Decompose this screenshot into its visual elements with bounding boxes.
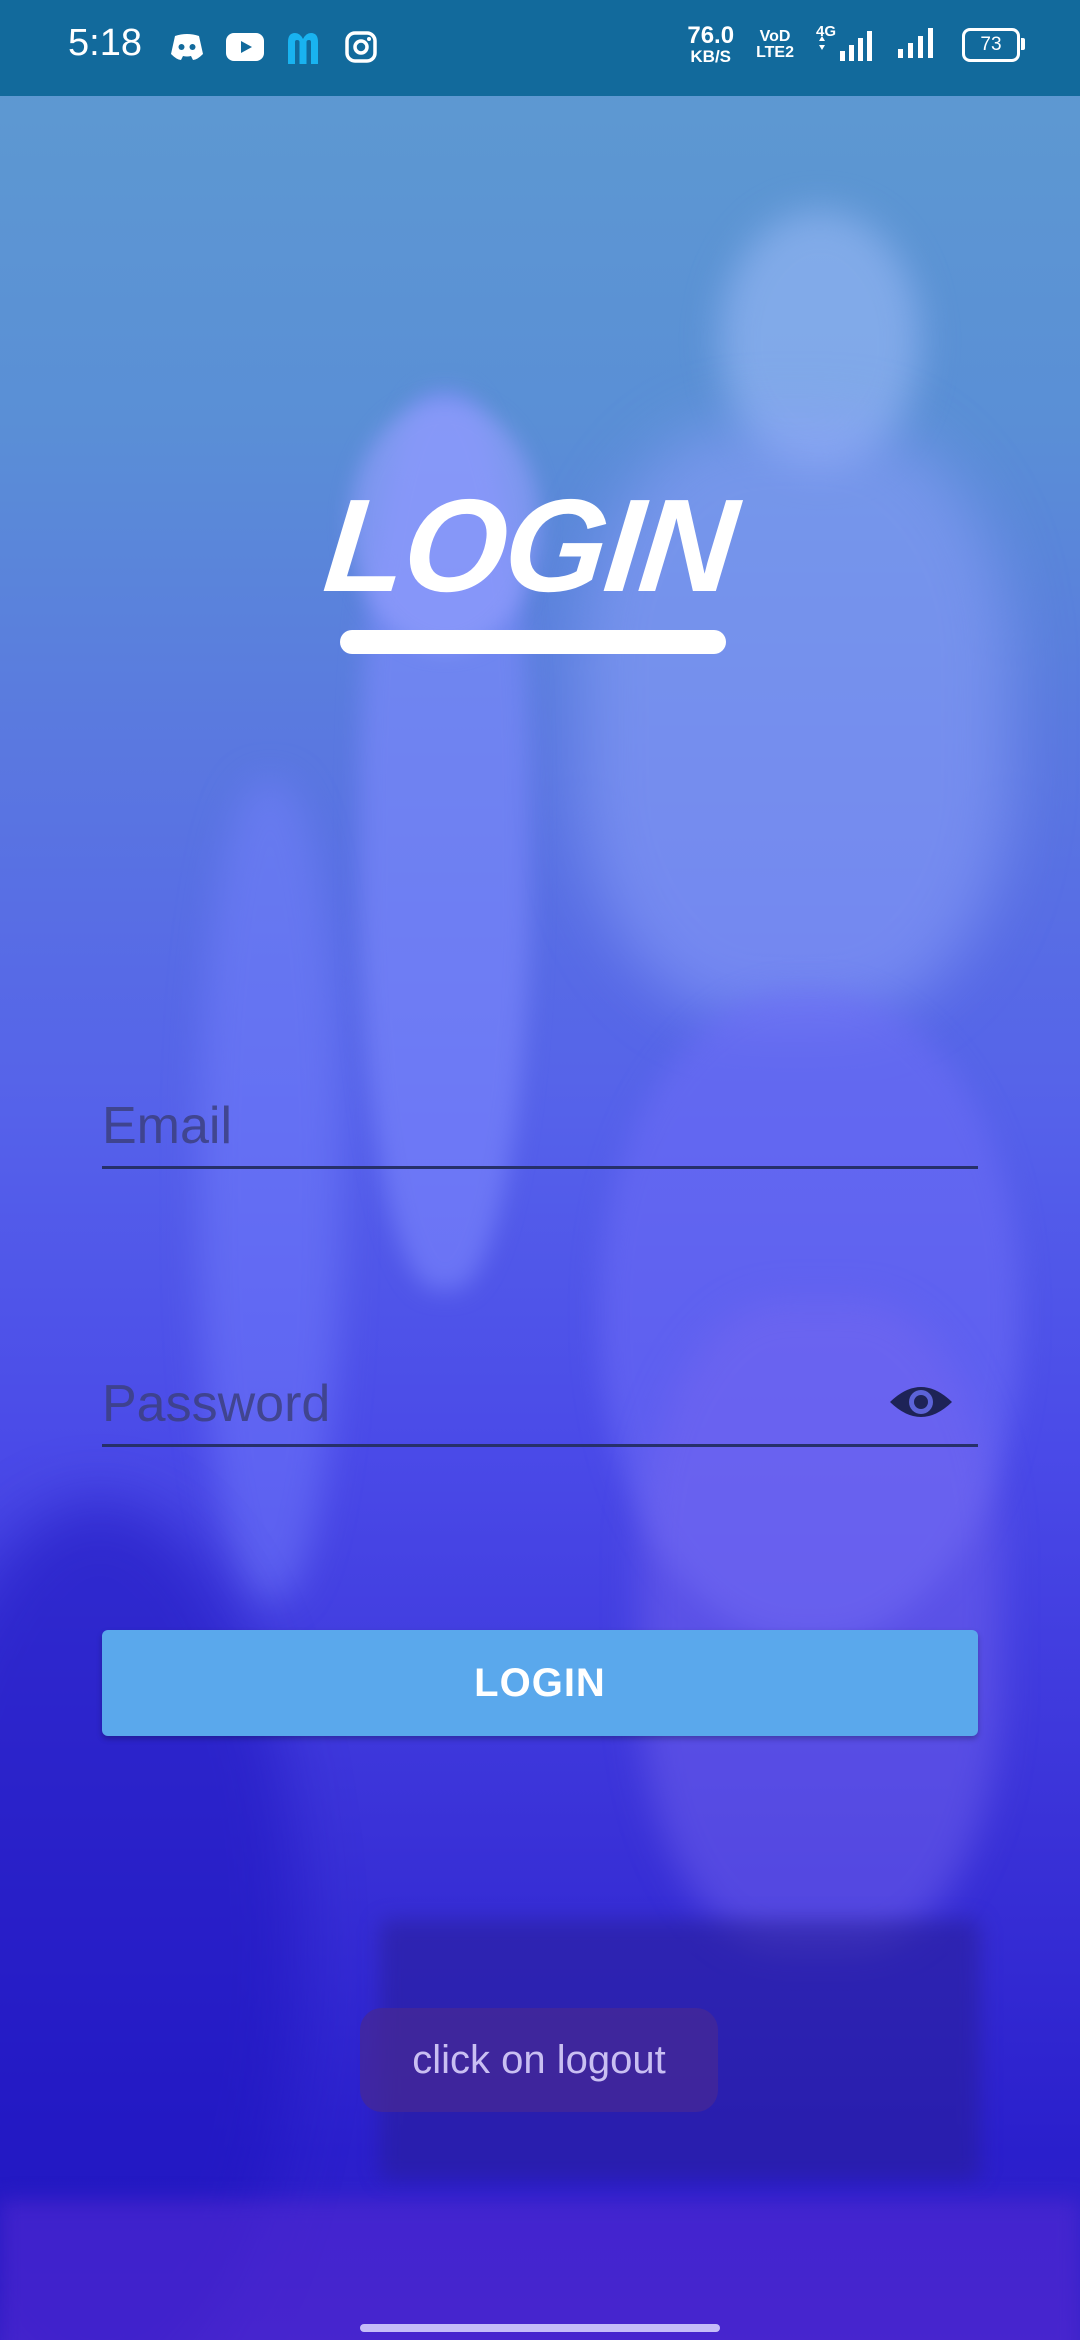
toast-text: click on logout (412, 2037, 666, 2082)
signal-icon (896, 25, 940, 64)
status-time: 5:18 (68, 22, 142, 64)
m-app-icon (284, 28, 322, 66)
background-photo (0, 0, 1080, 2340)
notification-icons (168, 28, 380, 66)
battery-level: 73 (980, 33, 1002, 55)
login-title-logo: LOGIN (318, 472, 742, 670)
login-button[interactable]: LOGIN (102, 1630, 978, 1736)
volte-top: VoD (759, 27, 791, 45)
volte-indicator: VoD LTE2 (756, 27, 794, 61)
instagram-icon (342, 28, 380, 66)
home-indicator[interactable] (360, 2324, 720, 2332)
email-field (102, 1086, 978, 1169)
network-speed-value: 76.0 (687, 22, 735, 49)
eye-icon[interactable] (888, 1378, 954, 1426)
bg-floor (0, 2200, 1080, 2340)
battery-icon: 73 (962, 27, 1025, 62)
volte-bottom: LTE2 (756, 43, 794, 61)
network-type: 4G (816, 22, 837, 40)
signal-4g-icon: 4G (816, 23, 874, 63)
toast-message: click on logout (360, 2008, 718, 2112)
page-title: LOGIN (318, 472, 742, 619)
youtube-icon (226, 28, 264, 66)
status-right: 76.0 KB/S VoD LTE2 4G 73 (687, 22, 1025, 66)
network-speed: 76.0 KB/S (687, 22, 735, 66)
discord-icon (168, 28, 206, 66)
bg-left-arm (200, 780, 340, 1600)
title-underline (340, 630, 726, 654)
password-input[interactable] (102, 1364, 882, 1444)
email-input[interactable] (102, 1086, 882, 1166)
status-bar: 5:18 76.0 KB/S VoD LTE2 4G 73 (0, 0, 1080, 96)
network-speed-unit: KB/S (690, 47, 732, 66)
password-field (102, 1364, 978, 1447)
